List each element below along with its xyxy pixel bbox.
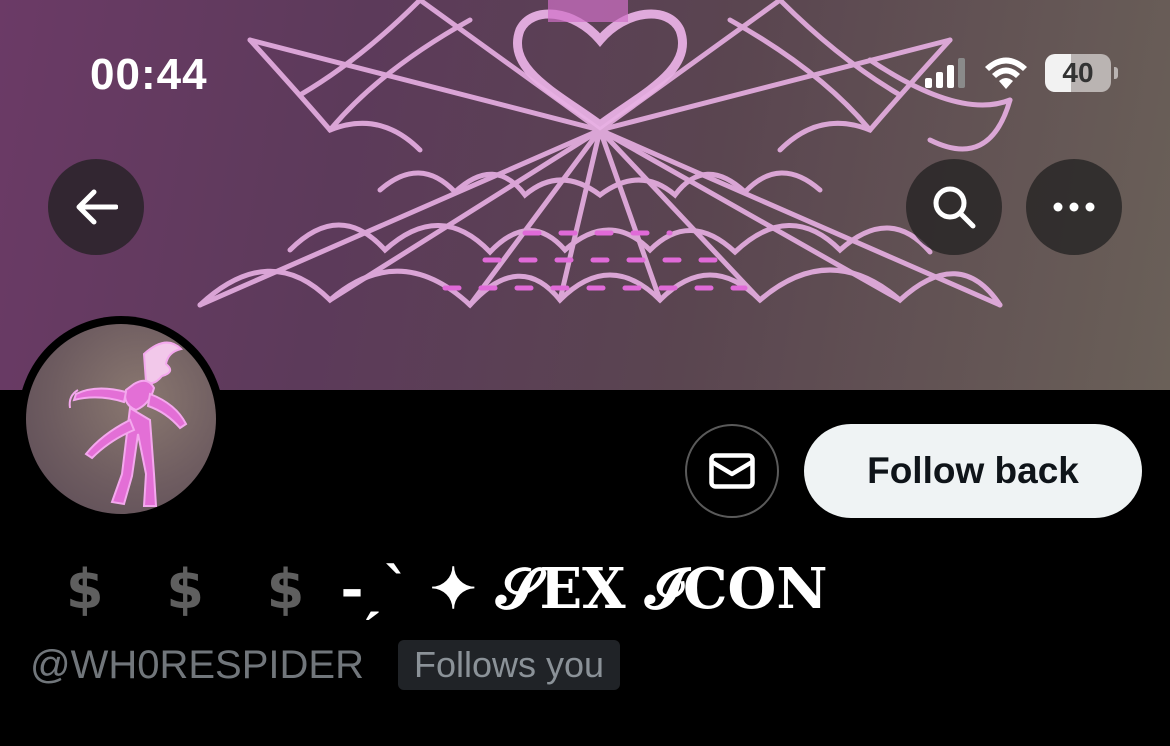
back-button[interactable] <box>48 159 144 255</box>
search-icon <box>933 186 976 229</box>
status-icons: 40 <box>925 54 1118 92</box>
search-button[interactable] <box>906 159 1002 255</box>
status-time: 00:44 <box>90 50 208 99</box>
display-name-prefix: $ $ $ <box>66 558 327 621</box>
display-name: $ $ $ -ˏˋ ✦ 𝓢EX 𝓘CON <box>66 556 828 623</box>
more-horizontal-icon <box>1053 202 1095 212</box>
message-button[interactable] <box>685 424 779 518</box>
battery-icon: 40 <box>1045 54 1118 92</box>
follows-you-badge: Follows you <box>397 640 621 690</box>
arrow-left-icon <box>76 189 118 225</box>
signal-icon <box>925 58 965 88</box>
wifi-icon <box>985 57 1027 89</box>
more-options-button[interactable] <box>1026 159 1122 255</box>
user-handle: @WH0RESPIDER <box>30 642 364 687</box>
profile-avatar[interactable] <box>18 316 224 522</box>
follow-back-button[interactable]: Follow back <box>804 424 1142 518</box>
avatar-image <box>26 324 216 514</box>
envelope-icon <box>709 453 755 489</box>
handle-row: @WH0RESPIDER Follows you <box>30 640 621 690</box>
pink-spider-character-illustration <box>68 341 188 507</box>
display-name-text: -ˏˋ ✦ 𝓢EX 𝓘CON <box>340 556 828 622</box>
